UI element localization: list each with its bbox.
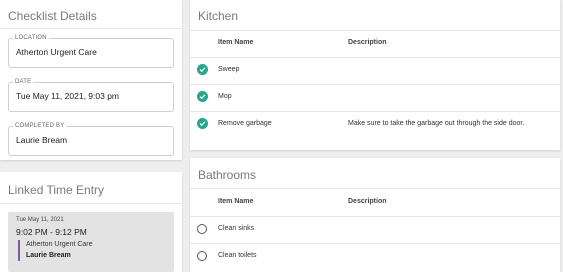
empty-circle-icon[interactable] xyxy=(197,224,207,234)
bathrooms-card: Bathrooms Item Name Description Clean si… xyxy=(190,158,560,272)
time-entry-location: Atherton Urgent Care xyxy=(26,241,93,248)
table-row[interactable]: Clean sinks xyxy=(190,216,560,242)
check-circle-icon[interactable] xyxy=(197,91,208,102)
table-row[interactable]: Clean toilets xyxy=(190,243,560,269)
check-circle-icon[interactable] xyxy=(197,118,208,129)
date-field[interactable]: DATE Tue May 11, 2021, 9:03 pm xyxy=(8,78,174,112)
completed-by-field[interactable]: COMPLETED BY Laurie Bream xyxy=(8,122,174,156)
checklist-details-card: Checklist Details LOCATION Atherton Urge… xyxy=(0,0,182,160)
time-entry-date: Tue May 11, 2021 xyxy=(16,217,64,223)
time-entry-range: 9:02 PM - 9:12 PM xyxy=(16,227,87,237)
time-entry-item[interactable]: Tue May 11, 2021 9:02 PM - 9:12 PM Ather… xyxy=(8,212,174,272)
location-value: Atherton Urgent Care xyxy=(16,47,97,57)
completed-by-label: COMPLETED BY xyxy=(13,122,67,131)
completed-by-value: Laurie Bream xyxy=(16,135,68,145)
kitchen-header-description: Description xyxy=(348,39,387,46)
item-description: Make sure to take the garbage out throug… xyxy=(348,120,525,127)
linked-time-entry-title: Linked Time Entry xyxy=(8,183,105,197)
item-name: Sweep xyxy=(218,66,240,73)
bathrooms-header-item-name: Item Name xyxy=(218,198,254,205)
kitchen-header-item-name: Item Name xyxy=(218,39,254,46)
location-field[interactable]: LOCATION Atherton Urgent Care xyxy=(8,34,174,68)
divider xyxy=(0,28,182,29)
bathrooms-header-description: Description xyxy=(348,198,387,205)
check-circle-icon[interactable] xyxy=(197,64,208,75)
table-row[interactable]: Sweep xyxy=(190,57,560,83)
kitchen-card: Kitchen Item Name Description Sweep Mop … xyxy=(190,0,560,150)
divider xyxy=(190,30,560,31)
table-row[interactable]: Mop xyxy=(190,84,560,110)
bathrooms-title: Bathrooms xyxy=(198,168,257,182)
date-value: Tue May 11, 2021, 9:03 pm xyxy=(16,91,120,101)
item-name: Remove garbage xyxy=(218,120,272,127)
location-label: LOCATION xyxy=(13,34,49,43)
time-entry-accent-bar xyxy=(18,240,20,261)
linked-time-entry-card: Linked Time Entry Tue May 11, 2021 9:02 … xyxy=(0,172,182,272)
item-name: Clean sinks xyxy=(218,225,255,232)
table-row[interactable]: Remove garbage Make sure to take the gar… xyxy=(190,111,560,137)
item-name: Clean toilets xyxy=(218,252,257,259)
date-label: DATE xyxy=(13,78,34,87)
kitchen-title: Kitchen xyxy=(198,9,239,23)
time-entry-person: Laurie Bream xyxy=(26,252,71,259)
divider xyxy=(0,203,182,204)
left-column: Checklist Details LOCATION Atherton Urge… xyxy=(0,0,182,272)
right-column: Kitchen Item Name Description Sweep Mop … xyxy=(190,0,560,272)
empty-circle-icon[interactable] xyxy=(197,251,207,261)
divider xyxy=(190,188,560,189)
checklist-details-title: Checklist Details xyxy=(8,9,97,23)
item-name: Mop xyxy=(218,93,232,100)
